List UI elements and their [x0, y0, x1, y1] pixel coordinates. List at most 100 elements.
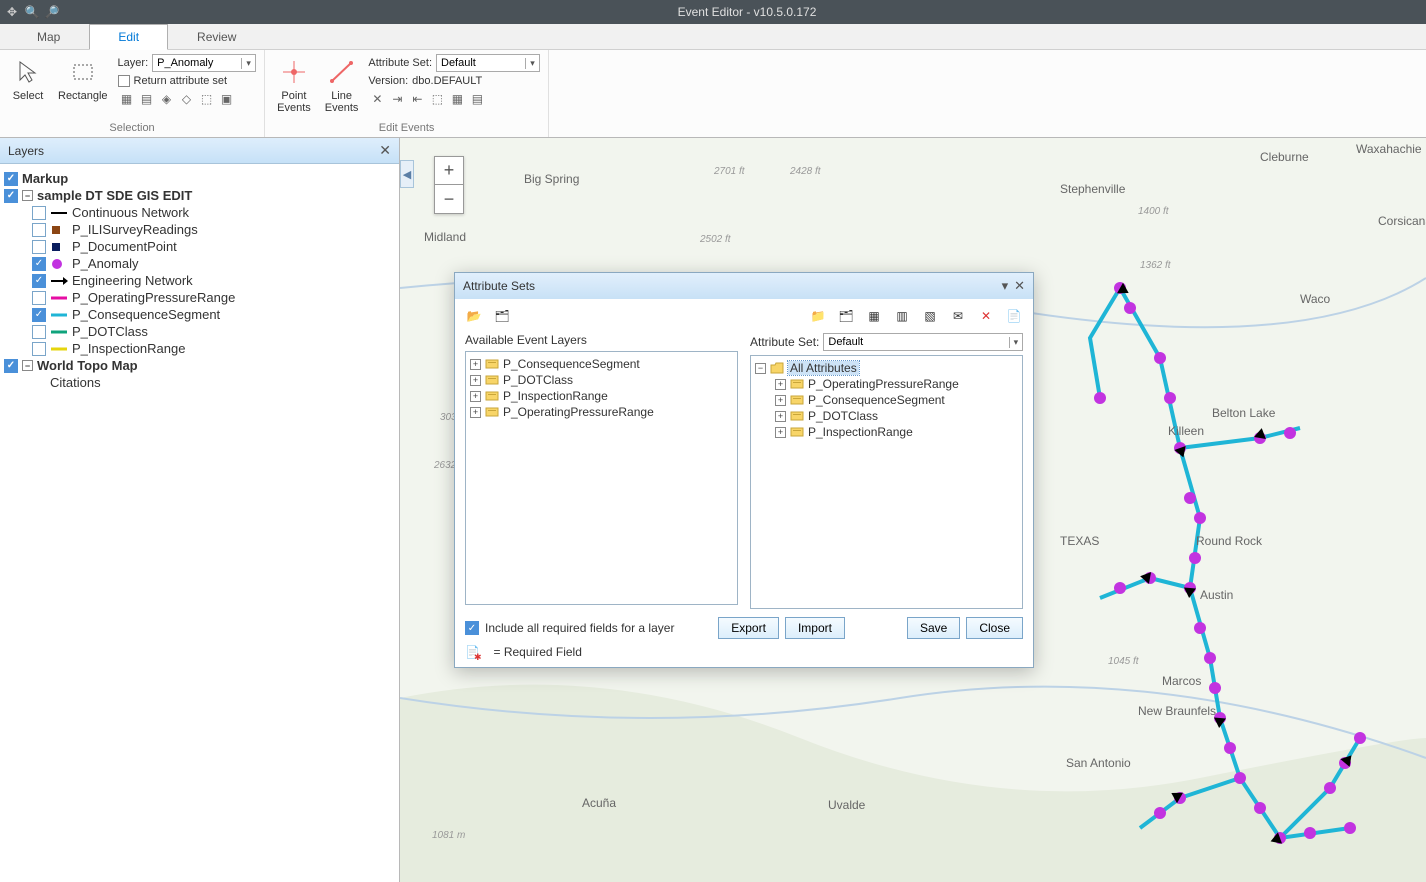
layer-checkbox[interactable] — [4, 189, 18, 203]
layer-row[interactable]: Markup — [4, 170, 395, 187]
folder-new-icon[interactable]: 📁 — [809, 307, 827, 325]
layer-row[interactable]: P_OperatingPressureRange — [4, 289, 395, 306]
attr-set-item[interactable]: +P_OperatingPressureRange — [755, 376, 1018, 392]
expand-icon[interactable]: + — [775, 395, 786, 406]
sel-tool-6[interactable]: ▣ — [218, 90, 236, 108]
layer-checkbox[interactable] — [32, 342, 46, 356]
zoom-out-button[interactable]: − — [435, 185, 463, 213]
select-button[interactable]: Select — [8, 54, 48, 104]
tab-map[interactable]: Map — [8, 24, 89, 49]
layer-row[interactable]: P_ConsequenceSegment — [4, 306, 395, 323]
chevron-down-icon[interactable]: ▾ — [241, 58, 255, 69]
attr-set-item[interactable]: +P_InspectionRange — [755, 424, 1018, 440]
attr-set-value[interactable] — [437, 57, 525, 69]
layer-row[interactable]: Engineering Network — [4, 272, 395, 289]
sel-tool-1[interactable]: ▦ — [118, 90, 136, 108]
expand-icon[interactable]: + — [775, 379, 786, 390]
required-icon[interactable]: 📄 — [1005, 307, 1023, 325]
remove-icon[interactable]: ✕ — [977, 307, 995, 325]
attribute-set-tree[interactable]: −All Attributes+P_OperatingPressureRange… — [750, 355, 1023, 609]
point-events-button[interactable]: Point Events — [273, 54, 315, 116]
expand-icon[interactable]: + — [470, 391, 481, 402]
layer-checkbox[interactable] — [4, 359, 18, 373]
layer-row[interactable]: P_DocumentPoint — [4, 238, 395, 255]
minimize-icon[interactable]: ▾ — [1002, 278, 1009, 294]
export-button[interactable]: Export — [718, 617, 779, 639]
folder-group-icon[interactable]: 🗂 — [837, 307, 855, 325]
layer-checkbox[interactable] — [4, 172, 18, 186]
layer-checkbox[interactable] — [32, 206, 46, 220]
layer-checkbox[interactable] — [32, 240, 46, 254]
layer-dropdown[interactable]: ▾ — [152, 54, 256, 72]
sel-tool-4[interactable]: ◇ — [178, 90, 196, 108]
dialog-header[interactable]: Attribute Sets ▾ ✕ — [455, 273, 1033, 299]
folder-open-icon[interactable]: 📂 — [465, 307, 483, 325]
available-layer-item[interactable]: +P_InspectionRange — [470, 388, 733, 404]
tab-edit[interactable]: Edit — [89, 24, 168, 50]
tab-review[interactable]: Review — [168, 24, 265, 49]
layer-checkbox[interactable] — [32, 274, 46, 288]
ee-tool-5[interactable]: ▦ — [448, 90, 466, 108]
expand-icon[interactable]: − — [22, 360, 33, 371]
zoom-out-icon[interactable]: 🔎 — [44, 4, 60, 20]
expand-icon[interactable]: + — [470, 375, 481, 386]
close-icon[interactable]: ✕ — [379, 142, 391, 159]
layer-checkbox[interactable] — [32, 223, 46, 237]
layer-row[interactable]: P_ILISurveyReadings — [4, 221, 395, 238]
layer-value[interactable] — [153, 57, 241, 69]
save-button[interactable]: Save — [907, 617, 960, 639]
attr-set-item[interactable]: +P_DOTClass — [755, 408, 1018, 424]
expand-icon[interactable]: + — [775, 411, 786, 422]
ee-tool-3[interactable]: ⇤ — [408, 90, 426, 108]
map-view[interactable]: ◀ + − AbileneBig SpringMidlandStephenvil… — [400, 138, 1426, 882]
zoom-in-button[interactable]: + — [435, 157, 463, 185]
available-layers-list[interactable]: +P_ConsequenceSegment+P_DOTClass+P_Inspe… — [465, 351, 738, 605]
expand-icon[interactable]: − — [755, 363, 766, 374]
layer-checkbox[interactable] — [32, 257, 46, 271]
rectangle-button[interactable]: Rectangle — [54, 54, 112, 104]
mail-icon[interactable]: ✉ — [949, 307, 967, 325]
layer-row[interactable]: Continuous Network — [4, 204, 395, 221]
layer-row[interactable]: Citations — [4, 374, 395, 391]
close-button[interactable]: Close — [966, 617, 1023, 639]
folder-add-icon[interactable]: 🗂 — [493, 307, 511, 325]
table-icon[interactable]: ▦ — [865, 307, 883, 325]
line-events-button[interactable]: Line Events — [321, 54, 363, 116]
expand-icon[interactable]: + — [775, 427, 786, 438]
layers-tree[interactable]: Markup−sample DT SDE GIS EDITContinuous … — [0, 164, 399, 882]
sel-tool-3[interactable]: ◈ — [158, 90, 176, 108]
table-remove-icon[interactable]: ▧ — [921, 307, 939, 325]
include-required-checkbox[interactable]: ✓ — [465, 621, 479, 635]
table-add-icon[interactable]: ▥ — [893, 307, 911, 325]
available-layer-item[interactable]: +P_DOTClass — [470, 372, 733, 388]
chevron-down-icon[interactable]: ▾ — [525, 58, 539, 69]
ee-tool-4[interactable]: ⬚ — [428, 90, 446, 108]
return-attr-checkbox[interactable] — [118, 75, 130, 87]
ee-tool-1[interactable]: ✕ — [368, 90, 386, 108]
attr-set-root[interactable]: −All Attributes — [755, 360, 1018, 376]
import-button[interactable]: Import — [785, 617, 845, 639]
sel-tool-5[interactable]: ⬚ — [198, 90, 216, 108]
layer-row[interactable]: P_DOTClass — [4, 323, 395, 340]
dialog-close-icon[interactable]: ✕ — [1014, 278, 1025, 294]
layer-row[interactable]: P_Anomaly — [4, 255, 395, 272]
layer-checkbox[interactable] — [32, 291, 46, 305]
dialog-attr-set-value[interactable] — [824, 336, 1009, 348]
zoom-in-icon[interactable]: 🔍 — [24, 4, 40, 20]
attribute-set-dropdown[interactable]: ▾ — [436, 54, 540, 72]
dialog-attr-set-dropdown[interactable]: ▾ — [823, 333, 1023, 351]
layer-row[interactable]: −sample DT SDE GIS EDIT — [4, 187, 395, 204]
sel-tool-2[interactable]: ▤ — [138, 90, 156, 108]
layer-row[interactable]: −World Topo Map — [4, 357, 395, 374]
layer-row[interactable]: P_InspectionRange — [4, 340, 395, 357]
attr-set-item[interactable]: +P_ConsequenceSegment — [755, 392, 1018, 408]
available-layer-item[interactable]: +P_ConsequenceSegment — [470, 356, 733, 372]
layer-checkbox[interactable] — [32, 325, 46, 339]
ee-tool-6[interactable]: ▤ — [468, 90, 486, 108]
layer-checkbox[interactable] — [32, 308, 46, 322]
ee-tool-2[interactable]: ⇥ — [388, 90, 406, 108]
expand-icon[interactable]: + — [470, 407, 481, 418]
panel-collapse-button[interactable]: ◀ — [400, 160, 414, 188]
pan-icon[interactable]: ✥ — [4, 4, 20, 20]
expand-icon[interactable]: + — [470, 359, 481, 370]
